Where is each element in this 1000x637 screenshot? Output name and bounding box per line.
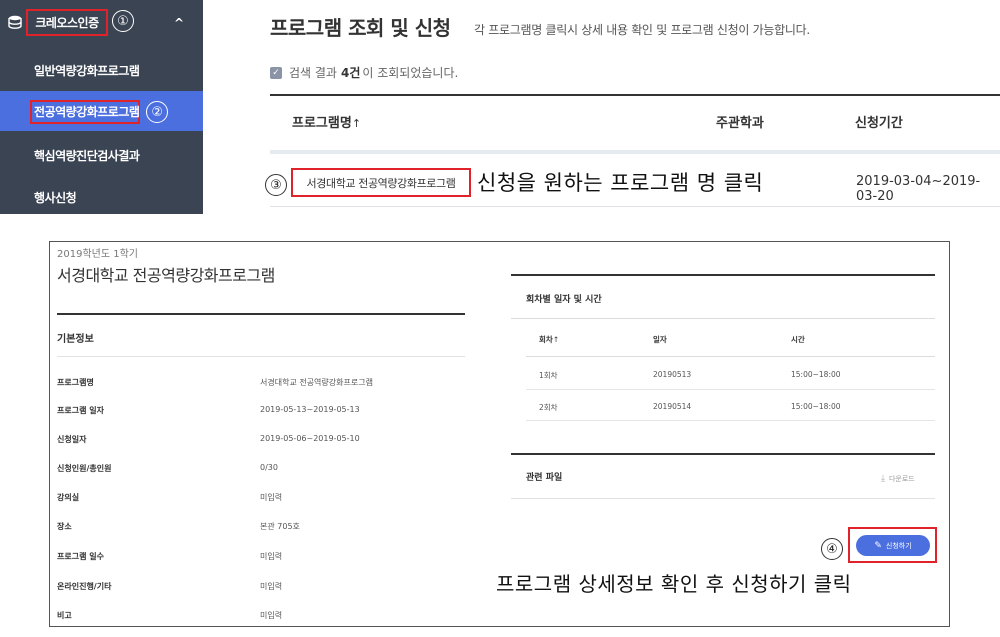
download-label: 다운로드 xyxy=(888,475,915,483)
result-suffix: 이 조회되었습니다. xyxy=(362,66,459,80)
annotation-step-3: 신청을 원하는 프로그램 명 클릭 xyxy=(477,171,764,195)
field-label: 신청인원/총인원 xyxy=(57,464,112,473)
sidebar-item-label: 일반역량강화프로그램 xyxy=(34,63,140,78)
schedule-header-label: 회차 xyxy=(539,335,553,344)
sidebar: 크레오스인증 ① ^ 일반역량강화프로그램 전공역량강화프로그램 ② 핵심역량진… xyxy=(0,0,203,214)
table-row-divider xyxy=(270,206,1000,207)
schedule-header-date: 일자 xyxy=(653,335,667,344)
column-header-department: 주관학과 xyxy=(716,116,764,131)
field-value: 2019-05-06~2019-05-10 xyxy=(260,434,360,443)
step-3-marker: ③ xyxy=(265,174,287,196)
field-value: 미입력 xyxy=(260,493,283,502)
edit-icon: ✎ xyxy=(874,540,882,551)
sort-arrow-icon: ↑ xyxy=(552,335,560,344)
field-value: 서경대학교 전공역량강화프로그램 xyxy=(260,378,373,387)
table-header-divider xyxy=(270,150,1000,154)
section-divider xyxy=(511,498,935,499)
detail-title: 서경대학교 전공역량강화프로그램 xyxy=(57,266,275,285)
section-divider xyxy=(511,318,935,319)
table-top-border xyxy=(270,94,1000,96)
section-top-border xyxy=(57,313,465,315)
check-icon: ✓ xyxy=(270,66,282,79)
files-heading: 관련 파일 xyxy=(526,473,563,483)
field-label: 장소 xyxy=(57,522,72,531)
sidebar-title-highlight: 크레오스인증 xyxy=(26,9,108,36)
program-period: 2019-03-04~2019-03-20 xyxy=(856,174,981,204)
program-name-text: 서경대학교 전공역량강화프로그램 xyxy=(306,176,456,190)
section-divider xyxy=(57,356,465,357)
page-title: 프로그램 조회 및 신청 xyxy=(270,16,451,40)
sidebar-item-general-program[interactable]: 일반역량강화프로그램 xyxy=(0,50,203,90)
chevron-up-icon[interactable]: ^ xyxy=(174,16,184,30)
step-1-marker: ① xyxy=(112,10,134,32)
download-icon: ⤓ xyxy=(881,474,885,484)
page-subtitle: 각 프로그램명 클릭시 상세 내용 확인 및 프로그램 신청이 가능합니다. xyxy=(474,23,810,37)
column-header-label: 프로그램명 xyxy=(292,116,352,131)
schedule-header-time: 시간 xyxy=(791,335,805,344)
sidebar-item-label: 전공역량강화프로그램 xyxy=(34,104,140,119)
field-value: 0/30 xyxy=(260,463,278,472)
section-top-border xyxy=(511,274,935,276)
sidebar-item-diagnosis-result[interactable]: 핵심역량진단검사결과 xyxy=(0,135,203,175)
step-4-marker: ④ xyxy=(821,538,843,560)
field-label: 프로그램 일자 xyxy=(57,406,104,415)
field-label: 프로그램명 xyxy=(57,378,94,387)
step-2-marker: ② xyxy=(146,101,168,123)
sidebar-item-label: 행사신청 xyxy=(34,190,77,205)
schedule-header-divider xyxy=(526,356,935,357)
apply-button[interactable]: ✎ 신청하기 xyxy=(856,535,930,556)
field-value: 미입력 xyxy=(260,552,283,561)
result-prefix: 검색 결과 xyxy=(289,66,337,80)
schedule-date: 20190514 xyxy=(653,402,692,411)
field-label: 신청일자 xyxy=(57,435,87,444)
semester-label: 2019학년도 1학기 xyxy=(57,249,138,260)
schedule-time: 15:00~18:00 xyxy=(791,370,841,379)
schedule-round: 2회차 xyxy=(539,403,558,412)
field-label: 비고 xyxy=(57,611,72,620)
result-count: 4건 xyxy=(340,66,361,80)
annotation-step-4: 프로그램 상세정보 확인 후 신청하기 클릭 xyxy=(496,572,852,596)
field-value: 2019-05-13~2019-05-13 xyxy=(260,405,360,414)
database-icon xyxy=(8,15,22,29)
field-label: 강의실 xyxy=(57,493,80,502)
field-value: 본관 705호 xyxy=(260,522,300,531)
sidebar-item-event-apply[interactable]: 행사신청 xyxy=(0,177,203,217)
sidebar-menu-header[interactable]: 크레오스인증 ① ^ xyxy=(0,0,203,45)
section-top-border xyxy=(511,453,935,455)
apply-button-label: 신청하기 xyxy=(885,541,912,550)
schedule-date: 20190513 xyxy=(653,370,692,379)
basic-info-heading: 기본정보 xyxy=(57,334,94,345)
schedule-time: 15:00~18:00 xyxy=(791,402,841,411)
sort-arrow-icon: ↑ xyxy=(351,117,362,130)
field-label: 온라인진행/기타 xyxy=(57,582,112,591)
schedule-heading: 회차별 일자 및 시간 xyxy=(526,295,602,305)
schedule-round: 1회차 xyxy=(539,371,558,380)
sidebar-item-major-program[interactable]: 전공역량강화프로그램 ② xyxy=(0,91,203,131)
column-header-period: 신청기간 xyxy=(855,116,903,131)
field-value: 미입력 xyxy=(260,582,283,591)
sidebar-title: 크레오스인증 xyxy=(35,16,99,30)
sidebar-item-label: 핵심역량진단검사결과 xyxy=(34,148,140,163)
column-header-program-name[interactable]: 프로그램명↑ xyxy=(292,112,361,131)
download-button[interactable]: ⤓ 다운로드 xyxy=(881,474,915,484)
program-name-link[interactable]: 서경대학교 전공역량강화프로그램 xyxy=(291,168,471,197)
schedule-header-round[interactable]: 회차↑ xyxy=(539,334,559,345)
schedule-row-divider xyxy=(526,420,935,421)
schedule-row-divider xyxy=(526,389,935,390)
field-label: 프로그램 일수 xyxy=(57,552,104,561)
field-value: 미입력 xyxy=(260,611,283,620)
search-result-summary: ✓ 검색 결과 4건 이 조회되었습니다. xyxy=(270,64,458,81)
